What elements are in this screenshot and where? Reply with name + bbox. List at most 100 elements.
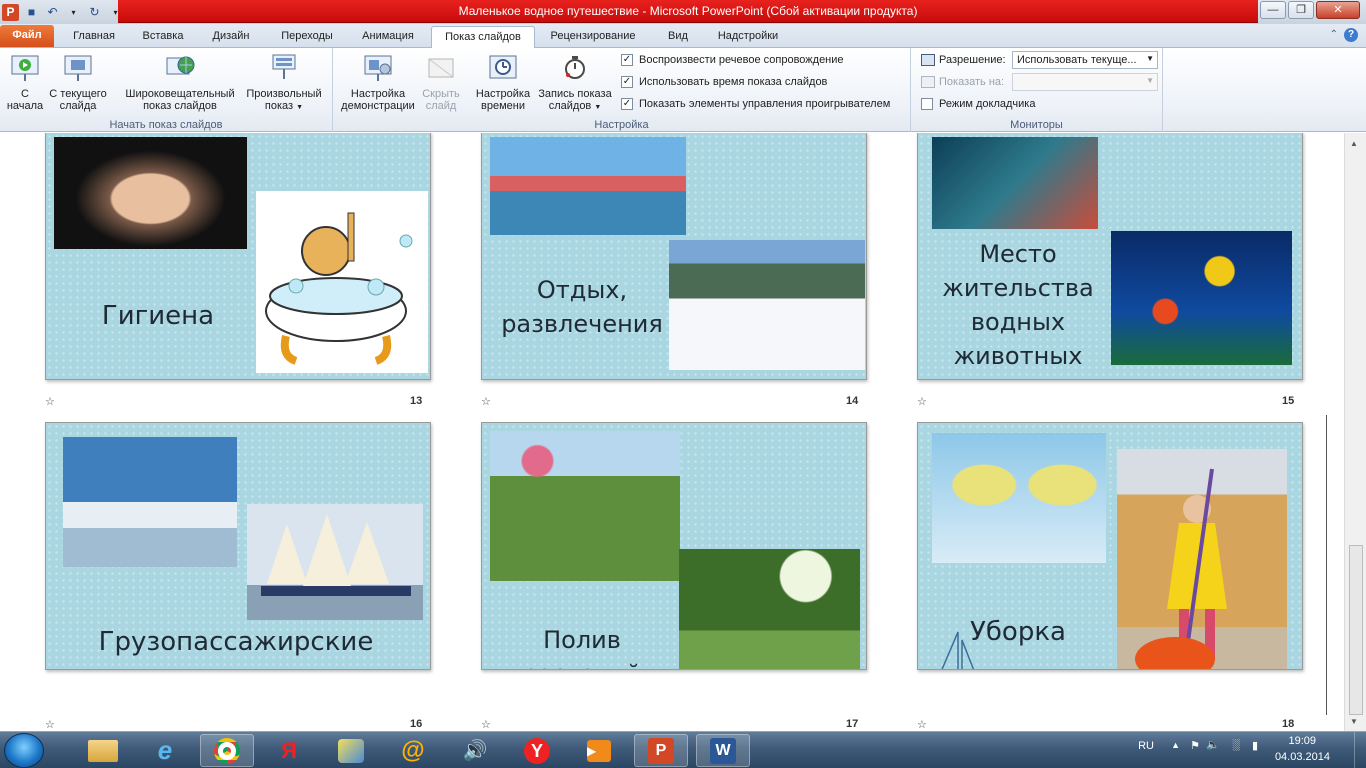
chrome-taskbar-icon[interactable] <box>200 734 254 767</box>
girl-mopping-photo <box>1117 449 1287 669</box>
group-label-monitors: Мониторы <box>1010 119 1063 131</box>
resolution-icon <box>921 54 935 66</box>
resolution-dropdown-arrow-icon: ▼ <box>1146 54 1154 63</box>
slide-16[interactable]: Грузопассажирские перевозки <box>45 422 431 670</box>
setup-slideshow-button[interactable]: Настройка демонстрации <box>337 52 419 112</box>
minimize-button[interactable]: — <box>1260 1 1286 19</box>
powerpoint-taskbar-icon[interactable]: P <box>634 734 688 767</box>
language-indicator[interactable]: RU <box>1138 740 1154 752</box>
word-taskbar-icon[interactable]: W <box>696 734 750 767</box>
hide-slide-icon <box>424 52 458 84</box>
audio-player-taskbar-icon[interactable]: 🔊 <box>448 734 502 767</box>
show-on-row: Показать на: <box>921 76 1004 88</box>
wringing-cloth-photo <box>932 433 1106 563</box>
use-timings-checkbox[interactable]: ✓ Использовать время показа слайдов <box>621 76 827 88</box>
scrollbar-thumb[interactable] <box>1349 545 1363 715</box>
custom-show-icon <box>267 52 301 84</box>
slide-14-number: 14 <box>846 395 859 407</box>
paint-taskbar-icon[interactable] <box>324 734 378 767</box>
minimize-ribbon-icon[interactable]: ⌃ <box>1330 29 1338 40</box>
slide-13[interactable]: Гигиена <box>45 133 431 380</box>
network-icon[interactable]: ░ <box>1232 739 1240 751</box>
custom-label-2: показ ▼ <box>264 100 304 112</box>
presenter-view-box-icon <box>921 98 933 110</box>
explorer-taskbar-icon[interactable] <box>76 734 130 767</box>
broadcast-globe-icon <box>163 52 197 84</box>
hide-slide-button[interactable]: Скрыть слайд <box>419 52 463 112</box>
repeat-icon[interactable]: ↻ <box>86 4 103 21</box>
internet-explorer-taskbar-icon[interactable]: e <box>138 734 192 767</box>
show-desktop-button[interactable] <box>1354 732 1366 768</box>
volume-icon[interactable]: 🔈 <box>1206 738 1220 751</box>
vertical-scrollbar[interactable]: ▲ ▼ <box>1344 133 1366 731</box>
coral-reef-fish-photo <box>1111 231 1292 365</box>
tab-transitions[interactable]: Переходы <box>268 26 346 48</box>
resolution-dropdown[interactable]: Использовать текуще... ▼ <box>1012 51 1158 69</box>
mail-agent-taskbar-icon[interactable]: @ <box>386 734 440 767</box>
hide-slide-label-2: слайд <box>425 100 457 112</box>
setup-show-icon <box>361 52 395 84</box>
ribbon: С начала С текущего слайда Широковещател… <box>0 48 1366 132</box>
show-hidden-icons-icon[interactable]: ▲ <box>1171 740 1180 750</box>
slide-14-caption-line-2: развлечения <box>501 310 663 338</box>
yandex-taskbar-icon[interactable]: Я <box>262 734 316 767</box>
media-controls-check-icon: ✓ <box>621 98 633 110</box>
presenter-view-checkbox[interactable]: Режим докладчика <box>921 98 1035 110</box>
slide-15[interactable]: Место жительства водных животных <box>917 133 1303 380</box>
broadcast-slideshow-button[interactable]: Широковещательный показ слайдов <box>118 52 242 112</box>
custom-slideshow-button[interactable]: Произвольный показ ▼ <box>242 52 326 114</box>
slide-17[interactable]: Полив растений <box>481 422 867 670</box>
rehearse-timings-icon <box>486 52 520 84</box>
start-button[interactable] <box>4 733 44 768</box>
slide-18-transition-icon[interactable]: ☆ <box>917 718 927 731</box>
battery-icon[interactable]: ▮ <box>1252 739 1258 752</box>
use-timings-label: Использовать время показа слайдов <box>639 76 828 88</box>
slideshow-play-icon <box>8 52 42 84</box>
slide-13-transition-icon[interactable]: ☆ <box>45 395 55 408</box>
clock-date[interactable]: 04.03.2014 <box>1275 751 1330 763</box>
slide-16-transition-icon[interactable]: ☆ <box>45 718 55 731</box>
from-beginning-button[interactable]: С начала <box>4 52 46 112</box>
save-icon[interactable]: ■ <box>23 4 40 21</box>
slide-18[interactable]: Уборка <box>917 422 1303 670</box>
maximize-button[interactable]: ❐ <box>1288 1 1314 19</box>
slide-15-transition-icon[interactable]: ☆ <box>917 395 927 408</box>
tab-home[interactable]: Главная <box>62 26 126 48</box>
record-slideshow-button[interactable]: Запись показа слайдов ▼ <box>535 52 615 114</box>
undo-dropdown-icon[interactable]: ▾ <box>65 4 82 21</box>
tab-design[interactable]: Дизайн <box>200 26 262 48</box>
show-media-controls-checkbox[interactable]: ✓ Показать элементы управления проигрыва… <box>621 98 890 110</box>
close-button[interactable]: ✕ <box>1316 1 1360 19</box>
sailing-ship-photo <box>247 504 423 620</box>
powerpoint-app-icon[interactable]: P <box>2 3 19 21</box>
scroll-up-arrow-icon[interactable]: ▲ <box>1350 139 1358 148</box>
slide-15-caption-line-4: животных <box>953 342 1083 370</box>
slide-17-transition-icon[interactable]: ☆ <box>481 718 491 731</box>
tab-animations[interactable]: Анимация <box>352 26 424 48</box>
slide-17-number: 17 <box>846 718 859 730</box>
help-icon[interactable]: ? <box>1344 28 1358 42</box>
record-label-2: слайдов ▼ <box>548 100 602 112</box>
tab-file[interactable]: Файл <box>0 25 54 47</box>
clock-time[interactable]: 19:09 <box>1288 735 1316 747</box>
tab-review[interactable]: Рецензирование <box>541 26 645 48</box>
from-current-slide-button[interactable]: С текущего слайда <box>46 52 110 112</box>
show-on-dropdown[interactable]: ▼ <box>1012 73 1158 91</box>
narration-checkbox[interactable]: ✓ Воспроизвести речевое сопровождение <box>621 54 844 66</box>
slide-14-transition-icon[interactable]: ☆ <box>481 395 491 408</box>
slide-14[interactable]: Отдых, развлечения <box>481 133 867 380</box>
media-player-taskbar-icon[interactable]: ▶ <box>572 734 626 767</box>
undo-icon[interactable]: ↶ <box>44 4 61 21</box>
tab-view[interactable]: Вид <box>656 26 700 48</box>
beach-people-photo <box>490 137 686 235</box>
flag-icon[interactable]: ⚑ <box>1190 739 1200 752</box>
tab-slide-show[interactable]: Показ слайдов <box>431 26 535 49</box>
rehearse-timings-button[interactable]: Настройка времени <box>471 52 535 112</box>
tab-addins[interactable]: Надстройки <box>706 26 790 48</box>
scroll-down-arrow-icon[interactable]: ▼ <box>1350 717 1358 726</box>
tab-insert[interactable]: Вставка <box>132 26 194 48</box>
resolution-label: Разрешение: <box>939 54 1006 66</box>
narration-check-icon: ✓ <box>621 54 633 66</box>
slide-17-caption-line-1: Полив <box>543 626 621 654</box>
yandex-browser-taskbar-icon[interactable]: Y <box>510 734 564 767</box>
